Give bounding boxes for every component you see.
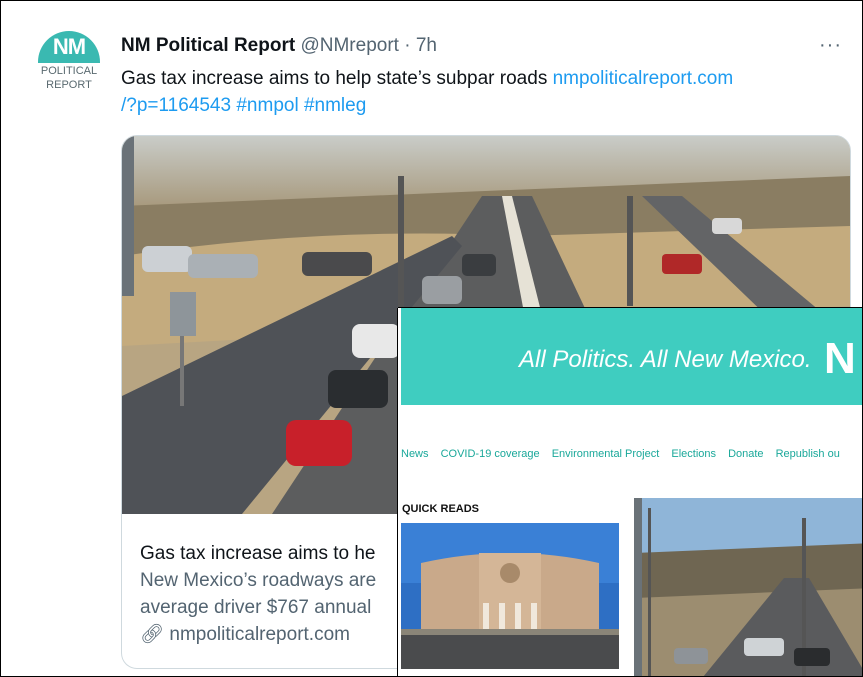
site-logo-letter: N bbox=[824, 334, 856, 383]
separator: · bbox=[398, 35, 416, 56]
nav-item-environmental[interactable]: Environmental Project bbox=[552, 448, 660, 460]
tweet-text: Gas tax increase aims to help state’s su… bbox=[121, 65, 821, 119]
avatar[interactable]: NM POLITICAL REPORT bbox=[33, 31, 105, 103]
site-tagline: All Politics. All New Mexico. bbox=[519, 346, 812, 373]
tweet-body: Gas tax increase aims to help state’s su… bbox=[121, 68, 553, 89]
tweet-link[interactable]: nmpoliticalreport.com bbox=[553, 68, 734, 89]
hashtag-nmleg[interactable]: #nmleg bbox=[304, 95, 366, 116]
quick-read-photo-roundhouse[interactable] bbox=[401, 523, 619, 669]
link-icon: 🔗︎ bbox=[140, 624, 165, 645]
avatar-line-2: REPORT bbox=[46, 79, 92, 91]
tweet-container[interactable]: NM POLITICAL REPORT NM Political Report … bbox=[0, 0, 863, 677]
nav-item-covid[interactable]: COVID-19 coverage bbox=[441, 448, 540, 460]
more-options-icon[interactable]: ··· bbox=[819, 34, 842, 57]
avatar-logo-text: NM bbox=[52, 34, 86, 59]
site-nav: News COVID-19 coverage Environmental Pro… bbox=[401, 448, 849, 460]
nav-item-republish[interactable]: Republish ou bbox=[776, 448, 840, 460]
site-banner: All Politics. All New Mexico. N bbox=[401, 308, 862, 405]
nav-item-elections[interactable]: Elections bbox=[671, 448, 716, 460]
quick-reads-label: QUICK READS bbox=[402, 503, 480, 515]
website-screenshot-overlay: All Politics. All New Mexico. N News COV… bbox=[398, 308, 863, 677]
card-domain-text: nmpoliticalreport.com bbox=[169, 624, 350, 645]
tweet-link-path[interactable]: /?p=1164543 bbox=[121, 95, 231, 116]
display-name[interactable]: NM Political Report bbox=[121, 35, 295, 56]
nav-item-news[interactable]: News bbox=[401, 448, 429, 460]
quick-read-photo-road[interactable] bbox=[634, 498, 863, 677]
timestamp[interactable]: 7h bbox=[416, 35, 437, 56]
nav-item-donate[interactable]: Donate bbox=[728, 448, 763, 460]
tweet-header: NM Political Report @NMreport · 7h bbox=[121, 35, 437, 57]
handle[interactable]: @NMreport bbox=[300, 35, 398, 56]
avatar-line-1: POLITICAL bbox=[40, 65, 98, 77]
hashtag-nmpol[interactable]: #nmpol bbox=[236, 95, 298, 116]
